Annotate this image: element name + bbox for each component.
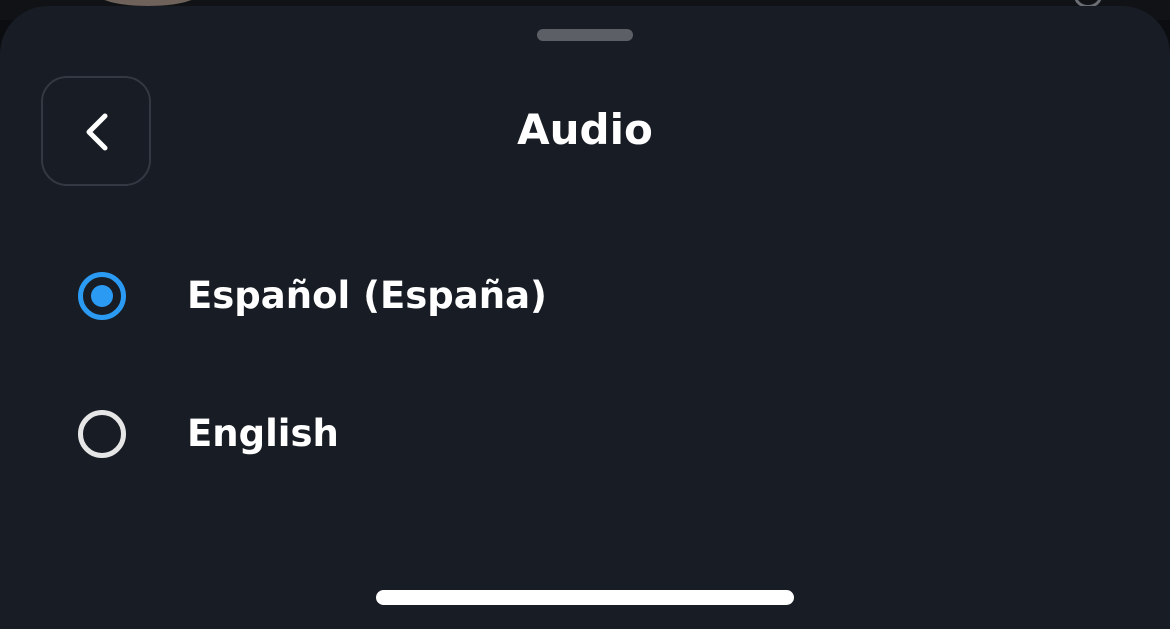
radio-unselected-icon[interactable] [78,410,126,458]
radio-dot [91,285,113,307]
audio-option-english[interactable]: English [70,394,1110,474]
home-indicator[interactable] [376,590,794,605]
audio-option-label: English [187,412,339,455]
audio-option-espanol[interactable]: Español (España) [70,256,1110,336]
radio-selected-icon[interactable] [78,272,126,320]
audio-option-label: Español (España) [187,274,547,317]
sheet-grabber[interactable] [537,29,633,41]
audio-bottom-sheet: Audio Español (España) English [0,6,1170,629]
sheet-title: Audio [517,105,653,154]
